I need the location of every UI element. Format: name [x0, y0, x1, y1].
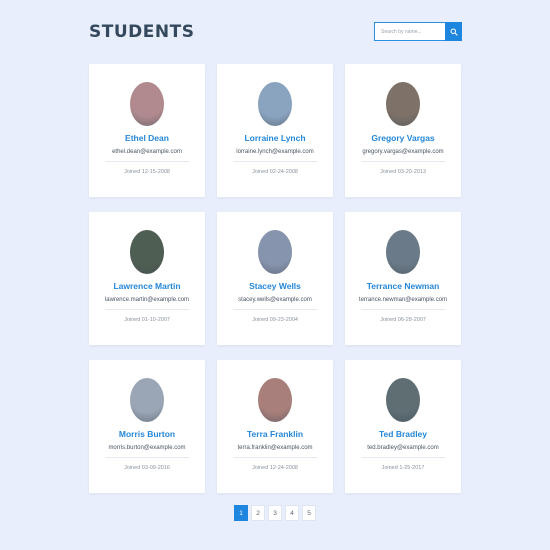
student-email: ted.bradley@example.com [367, 445, 439, 451]
student-card[interactable]: Ted Bradley ted.bradley@example.com Joined… [345, 360, 461, 493]
student-card[interactable]: Gregory Vargas gregory.vargas@example.com… [345, 64, 461, 197]
student-name[interactable]: Terrance Newman [367, 281, 440, 291]
student-card[interactable]: Ethel Dean ethel.dean@example.com Joined 1… [89, 64, 205, 197]
avatar [258, 230, 292, 274]
avatar [130, 82, 164, 126]
card-divider [361, 457, 445, 458]
page-button-1[interactable]: 1 [234, 505, 248, 521]
search-input[interactable] [374, 22, 445, 41]
student-name[interactable]: Lorraine Lynch [244, 133, 305, 143]
student-card[interactable]: Terrance Newman terrance.newman@example.c… [345, 212, 461, 345]
page-title: STUDENTS [89, 22, 195, 42]
student-name[interactable]: Morris Burton [119, 429, 175, 439]
student-card[interactable]: Terra Franklin terra.franklin@example.com… [217, 360, 333, 493]
card-divider [361, 161, 445, 162]
joined-date: Joined 03-09-2016 [124, 465, 170, 471]
student-grid: Ethel Dean ethel.dean@example.com Joined 1… [89, 64, 461, 493]
student-card[interactable]: Stacey Wells stacey.wells@example.com Join… [217, 212, 333, 345]
student-email: ethel.dean@example.com [112, 149, 182, 155]
card-divider [105, 309, 189, 310]
student-card[interactable]: Lawrence Martin lawrence.martin@example.c… [89, 212, 205, 345]
page-button-5[interactable]: 5 [302, 505, 316, 521]
student-email: terrance.newman@example.com [358, 297, 448, 303]
card-divider [105, 161, 189, 162]
search-bar [374, 22, 462, 41]
student-email: terra.franklin@example.com [237, 445, 313, 451]
student-name[interactable]: Ted Bradley [379, 429, 427, 439]
avatar [386, 82, 420, 126]
avatar [386, 378, 420, 422]
student-email: morris.burton@example.com [108, 445, 186, 451]
avatar [258, 82, 292, 126]
joined-date: Joined 09-23-2004 [252, 317, 298, 323]
page-button-4[interactable]: 4 [285, 505, 299, 521]
student-name[interactable]: Ethel Dean [125, 133, 169, 143]
joined-date: Joined 02-24-2008 [252, 169, 298, 175]
avatar [258, 378, 292, 422]
joined-date: Joined 01-10-2007 [124, 317, 170, 323]
joined-date: Joined 12-15-2008 [124, 169, 170, 175]
card-divider [361, 309, 445, 310]
joined-date: Joined 06-28-2007 [380, 317, 426, 323]
card-divider [105, 457, 189, 458]
avatar [386, 230, 420, 274]
student-card[interactable]: Lorraine Lynch lorraine.lynch@example.com… [217, 64, 333, 197]
joined-date: Joined 03-20-2013 [380, 169, 426, 175]
page-button-2[interactable]: 2 [251, 505, 265, 521]
student-name[interactable]: Stacey Wells [249, 281, 301, 291]
student-name[interactable]: Gregory Vargas [371, 133, 434, 143]
student-email: stacey.wells@example.com [238, 297, 312, 303]
avatar [130, 378, 164, 422]
page-header: STUDENTS [89, 20, 462, 44]
student-name[interactable]: Terra Franklin [247, 429, 303, 439]
student-email: lorraine.lynch@example.com [236, 149, 314, 155]
student-email: gregory.vargas@example.com [362, 149, 444, 155]
student-name[interactable]: Lawrence Martin [113, 281, 180, 291]
search-button[interactable] [445, 22, 462, 41]
card-divider [233, 161, 317, 162]
pagination: 12345 [234, 505, 319, 521]
card-divider [233, 309, 317, 310]
students-page: STUDENTS Ethel Dean ethel.dean@example.co… [0, 0, 550, 550]
avatar [130, 230, 164, 274]
student-card[interactable]: Morris Burton morris.burton@example.com Jo… [89, 360, 205, 493]
card-divider [233, 457, 317, 458]
search-icon [450, 28, 458, 36]
joined-date: Joined 12-24-2008 [252, 465, 298, 471]
student-email: lawrence.martin@example.com [104, 297, 190, 303]
joined-date: Joined 1-25-2017 [381, 465, 425, 471]
page-button-3[interactable]: 3 [268, 505, 282, 521]
